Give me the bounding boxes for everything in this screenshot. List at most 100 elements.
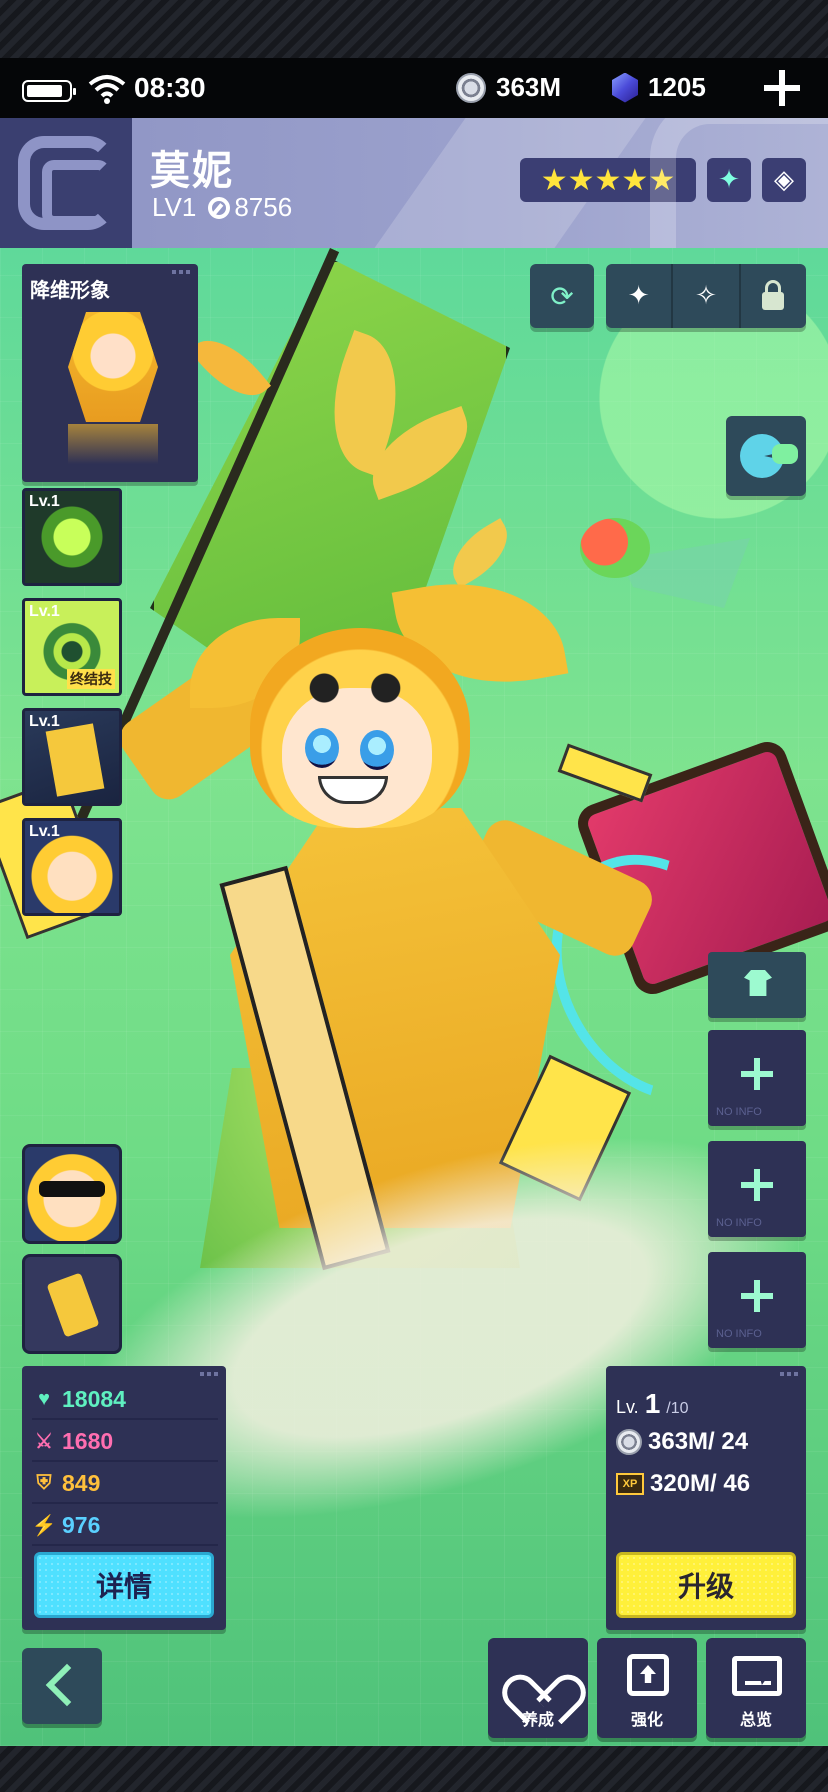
face <box>282 688 432 828</box>
equip-slot-1[interactable]: NO INFO <box>708 1030 806 1126</box>
leaf <box>439 518 521 588</box>
coin-value: 363M <box>496 72 562 102</box>
character-power: 8756 <box>234 192 293 222</box>
panel-dots <box>200 1372 218 1376</box>
skill-level: Lv.1 <box>29 603 60 620</box>
sparkle-button[interactable]: ✦ <box>606 264 674 328</box>
attack-value: 1680 <box>62 1427 114 1454</box>
equip-slot-2[interactable]: NO INFO <box>708 1141 806 1237</box>
no-info-label: NO INFO <box>716 1217 762 1229</box>
current-level: 1 <box>644 1388 661 1419</box>
back-button[interactable] <box>22 1648 102 1724</box>
character-header: 莫妮 LV1 8756 ★★★★★ ✦ ◈ <box>0 118 828 248</box>
refresh-button[interactable]: ⟳ <box>530 264 594 328</box>
stats-panel: ♥ 18084 ⚔ 1680 ⛨ 849 ⚡ 976 详情 <box>22 1366 226 1630</box>
outfit-button[interactable] <box>708 952 806 1018</box>
skill-slot-2[interactable]: Lv.1 终结技 <box>22 598 122 696</box>
character-name: 莫妮 <box>150 148 234 194</box>
effects-button[interactable]: ✧ <box>673 264 741 328</box>
speed-value: 976 <box>62 1511 101 1538</box>
lock-button[interactable] <box>741 264 806 328</box>
stat-hp: ♥ 18084 <box>32 1380 218 1420</box>
hp-value: 18084 <box>62 1385 126 1412</box>
add-currency-button[interactable] <box>762 68 802 108</box>
max-level: /10 <box>666 1400 689 1417</box>
upgrade-panel: Lv. 1 /10 363M/ 24 XP 320M/ 46 升级 <box>606 1366 806 1630</box>
skill-slot-4[interactable]: Lv.1 <box>22 818 122 916</box>
character-portrait-button[interactable] <box>22 1144 122 1244</box>
pixel-avatar-panel[interactable]: 降维形象 <box>22 264 198 482</box>
skill-slot-3[interactable]: Lv.1 <box>22 708 122 806</box>
power-icon <box>208 196 231 219</box>
heartbeat-icon: ♥ <box>38 1387 50 1410</box>
top-bezel <box>0 0 828 58</box>
pixel-reflection <box>68 424 158 464</box>
no-info-label: NO INFO <box>716 1328 762 1340</box>
plus-icon <box>741 1058 773 1090</box>
overview-label: 总览 <box>739 1710 772 1729</box>
coin-icon <box>616 1429 642 1455</box>
faction-emblem <box>0 118 132 248</box>
gem-counter[interactable]: 1205 <box>612 72 706 103</box>
equip-slot-3[interactable]: NO INFO <box>708 1252 806 1348</box>
status-bar: 08:30 363M 1205 <box>0 58 828 118</box>
class-icon[interactable]: ◈ <box>762 158 806 202</box>
xp-cost-row: XP 320M/ 46 <box>616 1466 796 1502</box>
faction-logo-icon <box>18 136 114 230</box>
element-icon[interactable]: ✦ <box>707 158 751 202</box>
clock: 08:30 <box>134 72 206 103</box>
cultivate-button[interactable]: 养成 <box>488 1638 588 1738</box>
skill-level: Lv.1 <box>29 713 60 730</box>
pixel-character <box>68 312 158 422</box>
sword-icon: ⚔ <box>35 1430 53 1453</box>
heart-icon <box>516 1654 562 1696</box>
panel-dots <box>780 1372 798 1376</box>
stat-attack: ⚔ 1680 <box>32 1422 218 1462</box>
eye <box>305 728 339 768</box>
skill-level: Lv.1 <box>29 823 60 840</box>
eye <box>360 730 394 770</box>
coin-cost-row: 363M/ 24 <box>616 1424 796 1460</box>
skill-level: Lv.1 <box>29 493 60 510</box>
stat-speed: ⚡ 976 <box>32 1506 218 1546</box>
xp-cost: 320M/ 46 <box>650 1470 751 1497</box>
upgrade-level: Lv. 1 /10 <box>616 1388 689 1420</box>
character-level: LV1 <box>152 192 197 222</box>
enhance-button[interactable]: 强化 <box>597 1638 697 1738</box>
lightning-icon: ⚡ <box>31 1514 57 1537</box>
bottom-bezel <box>0 1746 828 1792</box>
chat-button[interactable] <box>726 416 806 496</box>
lock-icon <box>762 280 785 310</box>
cultivate-label: 养成 <box>521 1710 554 1729</box>
no-info-label: NO INFO <box>716 1106 762 1118</box>
plus-icon <box>741 1280 773 1312</box>
battery-icon <box>22 80 76 102</box>
coin-icon <box>456 72 486 103</box>
overview-button[interactable]: 总览 <box>706 1638 806 1738</box>
gem-icon <box>612 72 638 103</box>
upgrade-button[interactable]: 升级 <box>616 1552 796 1618</box>
plus-icon <box>741 1169 773 1201</box>
skill-slot-1[interactable]: Lv.1 <box>22 488 122 586</box>
chip-upgrade-icon <box>627 1654 669 1696</box>
stat-defense: ⛨ 849 <box>32 1464 218 1504</box>
gem-value: 1205 <box>648 72 706 102</box>
parrot <box>580 518 650 578</box>
details-button[interactable]: 详情 <box>34 1552 214 1618</box>
star-rating: ★★★★★ <box>520 158 696 202</box>
view-toolbar: ✦ ✧ <box>606 264 806 328</box>
folder-pulse-icon <box>732 1656 782 1696</box>
character-level-row: LV1 8756 <box>152 192 292 223</box>
enhance-label: 强化 <box>630 1710 663 1729</box>
talisman-item-button[interactable] <box>22 1254 122 1354</box>
shirt-icon <box>744 970 772 996</box>
coin-counter[interactable]: 363M <box>456 72 561 103</box>
level-prefix: Lv. <box>616 1397 639 1417</box>
ultimate-tag: 终结技 <box>67 669 115 689</box>
talisman-paper <box>557 743 653 803</box>
wifi-icon <box>88 75 126 104</box>
defense-value: 849 <box>62 1469 101 1496</box>
coin-cost: 363M/ 24 <box>648 1428 749 1455</box>
avatar-panel-title: 降维形象 <box>30 278 110 302</box>
shield-icon: ⛨ <box>36 1471 52 1494</box>
